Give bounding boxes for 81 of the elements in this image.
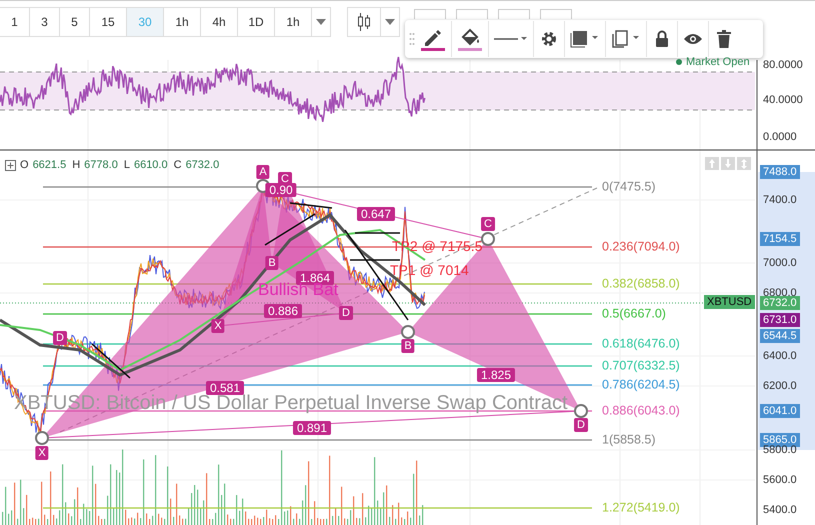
pencil-icon <box>420 27 446 51</box>
price-badge: 6731.0 <box>760 313 800 327</box>
interval-button[interactable]: 1h <box>164 6 201 36</box>
price-badge: 7488.0 <box>760 165 800 179</box>
lock-icon <box>655 30 669 48</box>
chart-type-dropdown-button[interactable] <box>381 6 400 36</box>
ratio-label: 0.581 <box>206 381 244 395</box>
eye-icon <box>683 33 703 45</box>
interval-button[interactable]: 5 <box>60 6 90 36</box>
ohlc-value: 6610.0 <box>134 159 168 171</box>
ratio-label: 0.90 <box>265 183 297 197</box>
price-badge: 5865.0 <box>760 433 800 447</box>
price-badge: 6544.5 <box>760 329 800 343</box>
interval-button[interactable]: 15 <box>90 6 127 36</box>
drag-handle-icon[interactable] <box>409 32 415 46</box>
rsi-axis-label: 0.0000 <box>763 131 797 143</box>
ratio-label: 0.886 <box>264 304 302 318</box>
copy-icon <box>611 30 641 48</box>
settings-icon <box>540 30 558 48</box>
fib-level-label: 0.5(6667.0) <box>602 308 666 320</box>
price-axis-label: 7400.0 <box>762 193 798 207</box>
symbol-tag: XBTUSD <box>704 295 755 309</box>
up-arrow-icon <box>709 159 715 168</box>
ohlc-key: C <box>174 159 182 171</box>
pattern-point-label: D <box>339 306 353 320</box>
fib-level-label: 0.786(6204.5) <box>602 378 680 392</box>
caret-icon <box>316 18 326 24</box>
fib-level-label: 0.236(7094.0) <box>602 240 680 254</box>
price-axis-label: 7000.0 <box>762 256 798 270</box>
ohlc-key: O <box>20 159 29 171</box>
ratio-label: 0.891 <box>292 421 332 435</box>
price-axis-label: 6400.0 <box>762 349 798 363</box>
fib-level-label: 0.382(6858.0) <box>602 278 680 290</box>
pattern-point-label: C <box>481 217 495 231</box>
interval-button[interactable]: 1h <box>275 6 312 36</box>
interval-button[interactable]: 4h <box>201 6 238 36</box>
price-badge: 6732.0 <box>760 296 800 310</box>
fib-level-label: 0.707(6332.5) <box>602 360 680 372</box>
trash-icon <box>717 30 731 48</box>
fib-level-label: 1(5858.5) <box>602 434 656 446</box>
caret-icon <box>385 18 395 24</box>
pattern-point-label: B <box>401 339 415 353</box>
pattern-point-label: A <box>256 165 270 179</box>
interval-button[interactable]: 1 <box>0 6 30 36</box>
pattern-point-label: X <box>35 446 49 460</box>
rsi-axis-label: 80.0000 <box>763 59 803 71</box>
candlestick-icon <box>357 12 371 32</box>
fib-level-label: 1.272(5419.0) <box>602 502 680 514</box>
price-axis-label: 6200.0 <box>762 379 798 393</box>
pattern-point-label: D <box>53 331 67 345</box>
down-arrow-icon <box>725 159 731 168</box>
status-dot <box>676 59 682 65</box>
chart-type-button[interactable] <box>347 6 381 36</box>
ratio-label: 0.647 <box>356 207 396 221</box>
filled-square-icon <box>570 30 600 48</box>
double-arrow-icon <box>741 158 747 168</box>
ohlc-value: 6778.0 <box>84 159 118 171</box>
pattern-point-label: X <box>211 319 225 333</box>
ohlc-value: 6621.5 <box>32 159 66 171</box>
rsi-axis-label: 40.0000 <box>763 94 803 106</box>
ratio-label: 1.864 <box>296 271 334 285</box>
price-axis-label: 6800.0 <box>762 286 798 299</box>
interval-button[interactable]: 3 <box>30 6 60 36</box>
interval-dropdown-button[interactable] <box>312 6 331 36</box>
fib-level-label: 0.886(6043.0) <box>602 404 680 418</box>
ohlc-value: 6732.0 <box>186 159 220 171</box>
price-axis-label: 5400.0 <box>762 503 798 517</box>
pattern-point-label: B <box>265 256 279 270</box>
expand-icon[interactable] <box>5 160 16 170</box>
price-axis-label: 5600.0 <box>762 473 798 487</box>
price-badge: 7154.5 <box>760 232 800 246</box>
ohlc-key: H <box>72 159 80 171</box>
fib-level-label: 0.618(6476.0) <box>602 338 680 350</box>
market-status-text: Market Open <box>686 56 750 68</box>
price-badge: 6041.0 <box>760 404 800 418</box>
ohlc-key: L <box>124 159 130 171</box>
interval-button[interactable]: 1D <box>238 6 275 36</box>
paint-bucket-icon <box>457 27 483 51</box>
pattern-point-label: D <box>574 418 588 432</box>
fib-level-label: 0(7475.5) <box>602 180 656 194</box>
ratio-label: 1.825 <box>476 368 516 382</box>
